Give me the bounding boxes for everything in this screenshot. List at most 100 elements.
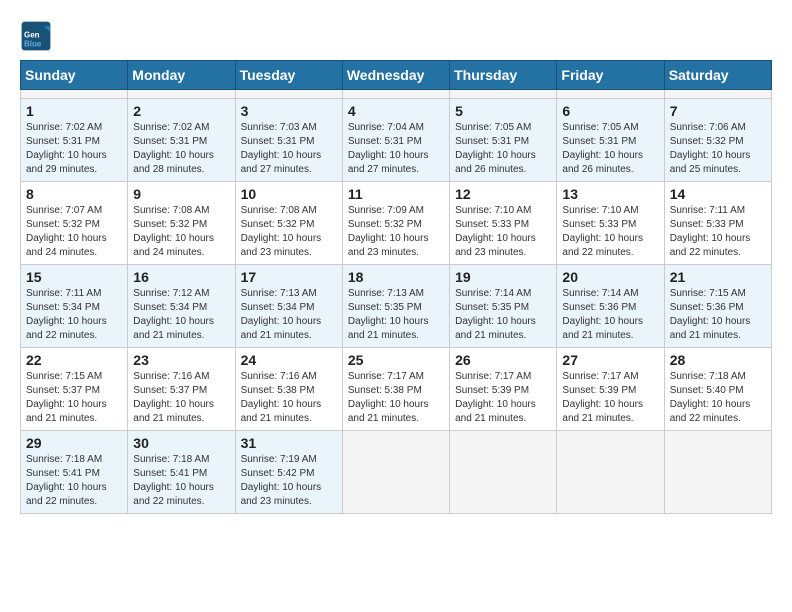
calendar-cell [342, 90, 449, 99]
calendar-cell: 22 Sunrise: 7:15 AMSunset: 5:37 PMDayligh… [21, 348, 128, 431]
calendar-week-row [21, 90, 772, 99]
day-number: 23 [133, 352, 229, 368]
calendar-header-row: SundayMondayTuesdayWednesdayThursdayFrid… [21, 61, 772, 90]
day-detail: Sunrise: 7:09 AMSunset: 5:32 PMDaylight:… [348, 204, 444, 260]
day-detail: Sunrise: 7:06 AMSunset: 5:32 PMDaylight:… [670, 121, 766, 177]
day-number: 24 [241, 352, 337, 368]
calendar-cell: 13Sunrise: 7:10 AMSunset: 5:33 PMDayligh… [557, 182, 664, 265]
day-detail: Sunrise: 7:15 AMSunset: 5:36 PMDaylight:… [670, 287, 766, 343]
calendar-week-row: 22 Sunrise: 7:15 AMSunset: 5:37 PMDayligh… [21, 348, 772, 431]
logo-icon: Gen Blue [20, 20, 52, 52]
calendar-cell: 3Sunrise: 7:03 AMSunset: 5:31 PMDaylight… [235, 99, 342, 182]
day-number: 18 [348, 269, 444, 285]
day-number: 16 [133, 269, 229, 285]
day-number: 22 [26, 352, 122, 368]
calendar-cell: 17 Sunrise: 7:13 AMSunset: 5:34 PMDayligh… [235, 265, 342, 348]
day-number: 7 [670, 103, 766, 119]
calendar-cell: 12 Sunrise: 7:10 AMSunset: 5:33 PMDayligh… [450, 182, 557, 265]
calendar-cell: 9 Sunrise: 7:08 AMSunset: 5:32 PMDaylight… [128, 182, 235, 265]
day-detail: Sunrise: 7:17 AMSunset: 5:39 PMDaylight:… [562, 370, 658, 426]
calendar-cell: 16 Sunrise: 7:12 AMSunset: 5:34 PMDayligh… [128, 265, 235, 348]
calendar-cell [450, 90, 557, 99]
page-header: Gen Blue [20, 20, 772, 52]
calendar-cell [342, 431, 449, 514]
calendar-cell [21, 90, 128, 99]
day-detail: Sunrise: 7:16 AMSunset: 5:37 PMDaylight:… [133, 370, 229, 426]
calendar-week-row: 15 Sunrise: 7:11 AMSunset: 5:34 PMDayligh… [21, 265, 772, 348]
day-detail: Sunrise: 7:15 AMSunset: 5:37 PMDaylight:… [26, 370, 122, 426]
calendar-cell: 18Sunrise: 7:13 AMSunset: 5:35 PMDayligh… [342, 265, 449, 348]
col-header-thursday: Thursday [450, 61, 557, 90]
day-detail: Sunrise: 7:05 AMSunset: 5:31 PMDaylight:… [562, 121, 658, 177]
day-detail: Sunrise: 7:05 AMSunset: 5:31 PMDaylight:… [455, 121, 551, 177]
day-detail: Sunrise: 7:10 AMSunset: 5:33 PMDaylight:… [455, 204, 551, 260]
calendar-cell: 28 Sunrise: 7:18 AMSunset: 5:40 PMDayligh… [664, 348, 771, 431]
calendar-table: SundayMondayTuesdayWednesdayThursdayFrid… [20, 60, 772, 514]
day-detail: Sunrise: 7:02 AMSunset: 5:31 PMDaylight:… [133, 121, 229, 177]
day-detail: Sunrise: 7:11 AMSunset: 5:33 PMDaylight:… [670, 204, 766, 260]
day-number: 31 [241, 435, 337, 451]
day-detail: Sunrise: 7:12 AMSunset: 5:34 PMDaylight:… [133, 287, 229, 343]
day-detail: Sunrise: 7:17 AMSunset: 5:39 PMDaylight:… [455, 370, 551, 426]
day-number: 19 [455, 269, 551, 285]
day-number: 20 [562, 269, 658, 285]
calendar-cell: 14Sunrise: 7:11 AMSunset: 5:33 PMDayligh… [664, 182, 771, 265]
calendar-cell: 8 Sunrise: 7:07 AMSunset: 5:32 PMDaylight… [21, 182, 128, 265]
calendar-cell: 2 Sunrise: 7:02 AMSunset: 5:31 PMDaylight… [128, 99, 235, 182]
day-detail: Sunrise: 7:08 AMSunset: 5:32 PMDaylight:… [241, 204, 337, 260]
calendar-cell: 11 Sunrise: 7:09 AMSunset: 5:32 PMDayligh… [342, 182, 449, 265]
day-number: 27 [562, 352, 658, 368]
day-number: 1 [26, 103, 122, 119]
day-detail: Sunrise: 7:14 AMSunset: 5:36 PMDaylight:… [562, 287, 658, 343]
calendar-week-row: 1 Sunrise: 7:02 AMSunset: 5:31 PMDaylight… [21, 99, 772, 182]
col-header-sunday: Sunday [21, 61, 128, 90]
day-number: 3 [241, 103, 337, 119]
day-detail: Sunrise: 7:19 AMSunset: 5:42 PMDaylight:… [241, 453, 337, 509]
calendar-cell: 23 Sunrise: 7:16 AMSunset: 5:37 PMDayligh… [128, 348, 235, 431]
day-number: 10 [241, 186, 337, 202]
calendar-cell: 19 Sunrise: 7:14 AMSunset: 5:35 PMDayligh… [450, 265, 557, 348]
day-number: 9 [133, 186, 229, 202]
col-header-wednesday: Wednesday [342, 61, 449, 90]
calendar-cell [664, 90, 771, 99]
svg-text:Gen: Gen [24, 31, 40, 40]
calendar-cell [450, 431, 557, 514]
day-number: 8 [26, 186, 122, 202]
col-header-tuesday: Tuesday [235, 61, 342, 90]
day-number: 13 [562, 186, 658, 202]
calendar-cell: 5 Sunrise: 7:05 AMSunset: 5:31 PMDaylight… [450, 99, 557, 182]
calendar-cell: 4Sunrise: 7:04 AMSunset: 5:31 PMDaylight… [342, 99, 449, 182]
day-number: 29 [26, 435, 122, 451]
day-detail: Sunrise: 7:16 AMSunset: 5:38 PMDaylight:… [241, 370, 337, 426]
col-header-monday: Monday [128, 61, 235, 90]
calendar-week-row: 8 Sunrise: 7:07 AMSunset: 5:32 PMDaylight… [21, 182, 772, 265]
calendar-cell: 30Sunrise: 7:18 AMSunset: 5:41 PMDayligh… [128, 431, 235, 514]
day-detail: Sunrise: 7:11 AMSunset: 5:34 PMDaylight:… [26, 287, 122, 343]
day-detail: Sunrise: 7:18 AMSunset: 5:40 PMDaylight:… [670, 370, 766, 426]
day-number: 2 [133, 103, 229, 119]
day-number: 5 [455, 103, 551, 119]
calendar-cell: 27 Sunrise: 7:17 AMSunset: 5:39 PMDayligh… [557, 348, 664, 431]
calendar-cell: 6Sunrise: 7:05 AMSunset: 5:31 PMDaylight… [557, 99, 664, 182]
day-detail: Sunrise: 7:14 AMSunset: 5:35 PMDaylight:… [455, 287, 551, 343]
calendar-cell: 10 Sunrise: 7:08 AMSunset: 5:32 PMDayligh… [235, 182, 342, 265]
day-detail: Sunrise: 7:08 AMSunset: 5:32 PMDaylight:… [133, 204, 229, 260]
day-number: 15 [26, 269, 122, 285]
day-number: 28 [670, 352, 766, 368]
day-detail: Sunrise: 7:13 AMSunset: 5:34 PMDaylight:… [241, 287, 337, 343]
day-detail: Sunrise: 7:02 AMSunset: 5:31 PMDaylight:… [26, 121, 122, 177]
day-detail: Sunrise: 7:04 AMSunset: 5:31 PMDaylight:… [348, 121, 444, 177]
day-detail: Sunrise: 7:17 AMSunset: 5:38 PMDaylight:… [348, 370, 444, 426]
calendar-cell: 26Sunrise: 7:17 AMSunset: 5:39 PMDayligh… [450, 348, 557, 431]
day-number: 17 [241, 269, 337, 285]
calendar-cell: 7 Sunrise: 7:06 AMSunset: 5:32 PMDaylight… [664, 99, 771, 182]
day-number: 11 [348, 186, 444, 202]
calendar-cell [235, 90, 342, 99]
calendar-cell: 15 Sunrise: 7:11 AMSunset: 5:34 PMDayligh… [21, 265, 128, 348]
calendar-cell [557, 90, 664, 99]
calendar-cell: 25Sunrise: 7:17 AMSunset: 5:38 PMDayligh… [342, 348, 449, 431]
day-number: 12 [455, 186, 551, 202]
day-detail: Sunrise: 7:07 AMSunset: 5:32 PMDaylight:… [26, 204, 122, 260]
calendar-cell [128, 90, 235, 99]
day-number: 30 [133, 435, 229, 451]
